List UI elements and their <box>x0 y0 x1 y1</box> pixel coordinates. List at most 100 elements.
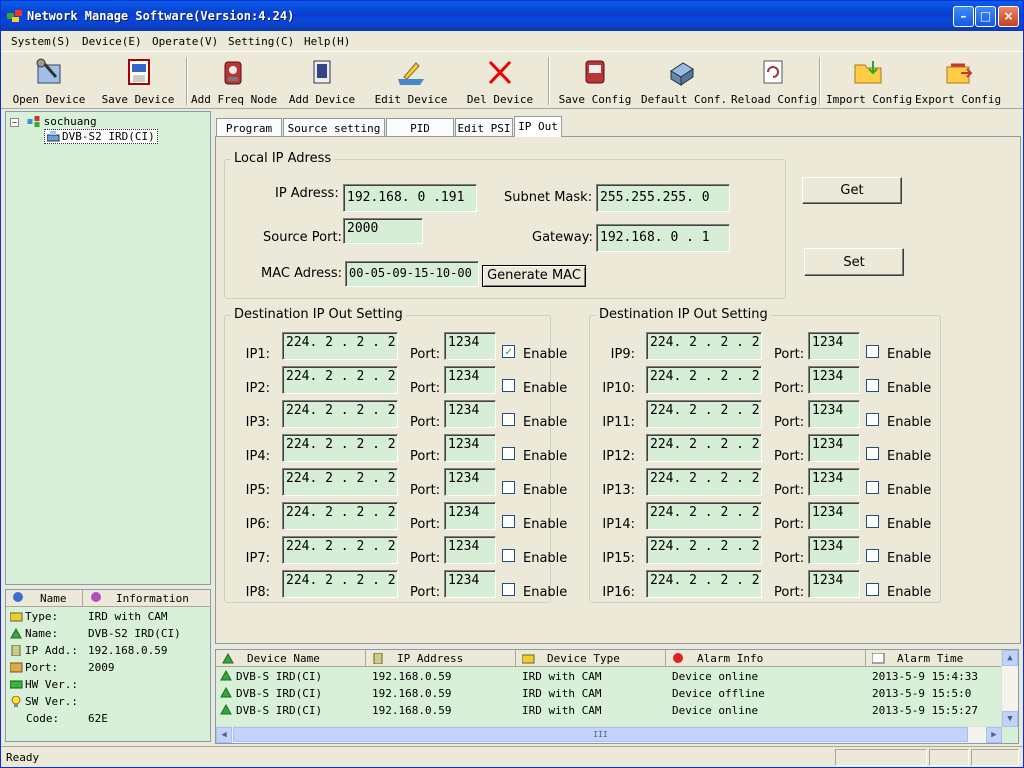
dest-ip6-enable-checkbox[interactable] <box>502 515 515 528</box>
dest-ip11-address-field[interactable]: 224. 2 . 2 . 2 <box>646 400 762 428</box>
dest-ip4-enable-checkbox[interactable] <box>502 447 515 460</box>
dest-ip8-address-field[interactable]: 224. 2 . 2 . 2 <box>282 570 398 598</box>
import-config-button[interactable]: Import Config <box>826 55 912 107</box>
scroll-down-icon[interactable]: ▼ <box>1002 711 1018 727</box>
dest-ip5-address-field[interactable]: 224. 2 . 2 . 2 <box>282 468 398 496</box>
dest-ip2-enable-checkbox[interactable] <box>502 379 515 392</box>
dest-ip15-enable-checkbox[interactable] <box>866 549 879 562</box>
column-device-name[interactable]: Device Name <box>216 650 366 667</box>
gateway-field[interactable]: 192.168. 0 . 1 <box>596 224 730 252</box>
dest-ip15-address-field[interactable]: 224. 2 . 2 . 2 <box>646 536 762 564</box>
edit-device-button[interactable]: Edit Device <box>373 55 449 107</box>
tree-collapse-icon[interactable]: − <box>10 118 19 127</box>
dest-ip4-port-field[interactable]: 1234 <box>444 434 496 462</box>
dest-ip7-address-field[interactable]: 224. 2 . 2 . 2 <box>282 536 398 564</box>
dest-ip11-enable-checkbox[interactable] <box>866 413 879 426</box>
menu-setting[interactable]: Setting(C) <box>228 35 294 48</box>
dest-ip3-address-field[interactable]: 224. 2 . 2 . 2 <box>282 400 398 428</box>
table-row[interactable]: DVB-S IRD(CI) 192.168.0.59 IRD with CAM Dev… <box>216 685 1002 702</box>
tree-node-device[interactable]: DVB-S2 IRD(CI) <box>44 129 158 144</box>
dest-ip16-enable-checkbox[interactable] <box>866 583 879 596</box>
tab-edit-psi[interactable]: Edit PSI <box>455 118 513 137</box>
dest-ip3-enable-checkbox[interactable] <box>502 413 515 426</box>
title-bar[interactable]: Network Manage Software(Version:4.24) – … <box>1 1 1023 31</box>
dest-ip11-port-field[interactable]: 1234 <box>808 400 860 428</box>
set-button[interactable]: Set <box>804 248 904 276</box>
dest-ip6-port-field[interactable]: 1234 <box>444 502 496 530</box>
dest-ip5-enable-checkbox[interactable] <box>502 481 515 494</box>
scroll-left-icon[interactable]: ◀ <box>216 727 232 743</box>
reload-config-button[interactable]: Reload Config <box>731 55 817 107</box>
log-horizontal-scrollbar[interactable]: ◀ III ▶ <box>216 726 1002 743</box>
column-device-type[interactable]: Device Type <box>516 650 666 667</box>
local-ip-field[interactable]: 192.168. 0 .191 <box>343 184 477 212</box>
dest-ip15-port-field[interactable]: 1234 <box>808 536 860 564</box>
minimize-button[interactable]: – <box>953 6 974 27</box>
tab-source-setting[interactable]: Source setting <box>283 118 385 137</box>
dest-ip14-port-field[interactable]: 1234 <box>808 502 860 530</box>
menu-help[interactable]: Help(H) <box>304 35 350 48</box>
scroll-up-icon[interactable]: ▲ <box>1002 650 1018 666</box>
add-device-button[interactable]: Add Device <box>287 55 357 107</box>
dest-ip4-address-field[interactable]: 224. 2 . 2 . 2 <box>282 434 398 462</box>
dest-ip2-port-field[interactable]: 1234 <box>444 366 496 394</box>
delete-device-button[interactable]: Del Device <box>465 55 535 107</box>
dest-ip12-port-field[interactable]: 1234 <box>808 434 860 462</box>
column-ip-address[interactable]: IP Address <box>366 650 516 667</box>
dest-ip9-enable-checkbox[interactable] <box>866 345 879 358</box>
dest-ip16-port-field[interactable]: 1234 <box>808 570 860 598</box>
dest-ip1-port-field[interactable]: 1234 <box>444 332 496 360</box>
tree-node-root[interactable]: − sochuang <box>10 115 97 128</box>
dest-ip16-address-field[interactable]: 224. 2 . 2 . 2 <box>646 570 762 598</box>
dest-ip7-enable-checkbox[interactable] <box>502 549 515 562</box>
tab-program[interactable]: Program <box>216 118 282 137</box>
dest-ip10-port-field[interactable]: 1234 <box>808 366 860 394</box>
maximize-button[interactable]: □ <box>975 6 996 27</box>
open-device-button[interactable]: Open Device <box>9 55 89 107</box>
dest-ip7-port-field[interactable]: 1234 <box>444 536 496 564</box>
dest-ip14-address-field[interactable]: 224. 2 . 2 . 2 <box>646 502 762 530</box>
source-port-field[interactable]: 2000 <box>343 218 423 244</box>
dest-ip10-address-field[interactable]: 224. 2 . 2 . 2 <box>646 366 762 394</box>
dest-ip6-address-field[interactable]: 224. 2 . 2 . 2 <box>282 502 398 530</box>
get-button[interactable]: Get <box>802 177 902 204</box>
table-row[interactable]: DVB-S IRD(CI) 192.168.0.59 IRD with CAM Dev… <box>216 668 1002 685</box>
dest-ip10-enable-checkbox[interactable] <box>866 379 879 392</box>
close-button[interactable]: × <box>998 6 1019 27</box>
mac-address-field[interactable]: 00-05-09-15-10-00 <box>345 261 479 287</box>
tab-ip-out[interactable]: IP Out <box>514 116 562 137</box>
dest-ip9-port-field[interactable]: 1234 <box>808 332 860 360</box>
dest-ip12-enable-checkbox[interactable] <box>866 447 879 460</box>
column-alarm-time[interactable]: Alarm Time <box>866 650 1002 667</box>
default-config-button[interactable]: Default Conf. <box>641 55 727 107</box>
tab-pid-filter[interactable]: PID Filter <box>386 118 454 148</box>
dest-ip8-port-field[interactable]: 1234 <box>444 570 496 598</box>
save-device-button[interactable]: Save Device <box>99 55 177 107</box>
log-vertical-scrollbar[interactable]: ▲ ▼ <box>1001 650 1018 727</box>
dest-ip1-address-field[interactable]: 224. 2 . 2 . 2 <box>282 332 398 360</box>
dest-ip14-enable-checkbox[interactable] <box>866 515 879 528</box>
horizontal-scroll-thumb[interactable]: III <box>233 727 968 742</box>
properties-header: Name Information <box>6 590 210 607</box>
generate-mac-button[interactable]: Generate MAC <box>482 265 586 287</box>
dest-ip3-port-field[interactable]: 1234 <box>444 400 496 428</box>
dest-ip9-address-field[interactable]: 224. 2 . 2 . 2 <box>646 332 762 360</box>
subnet-mask-field[interactable]: 255.255.255. 0 <box>596 184 730 212</box>
dest-ip12-address-field[interactable]: 224. 2 . 2 . 2 <box>646 434 762 462</box>
dest-ip1-enable-checkbox[interactable]: ✓ <box>502 345 515 358</box>
export-config-button[interactable]: Export Config <box>915 55 1001 107</box>
scroll-right-icon[interactable]: ▶ <box>986 727 1002 743</box>
column-alarm-info[interactable]: Alarm Info <box>666 650 866 667</box>
dest-ip13-address-field[interactable]: 224. 2 . 2 . 2 <box>646 468 762 496</box>
table-row[interactable]: DVB-S IRD(CI) 192.168.0.59 IRD with CAM Dev… <box>216 702 1002 719</box>
dest-ip13-port-field[interactable]: 1234 <box>808 468 860 496</box>
dest-ip8-enable-checkbox[interactable] <box>502 583 515 596</box>
dest-ip2-address-field[interactable]: 224. 2 . 2 . 2 <box>282 366 398 394</box>
dest-ip5-port-field[interactable]: 1234 <box>444 468 496 496</box>
menu-system[interactable]: System(S) <box>11 35 71 48</box>
save-config-button[interactable]: Save Config <box>557 55 633 107</box>
menu-device[interactable]: Device(E) <box>82 35 142 48</box>
dest-ip13-enable-checkbox[interactable] <box>866 481 879 494</box>
menu-operate[interactable]: Operate(V) <box>152 35 218 48</box>
add-freq-node-button[interactable]: Add Freq Node <box>191 55 277 107</box>
